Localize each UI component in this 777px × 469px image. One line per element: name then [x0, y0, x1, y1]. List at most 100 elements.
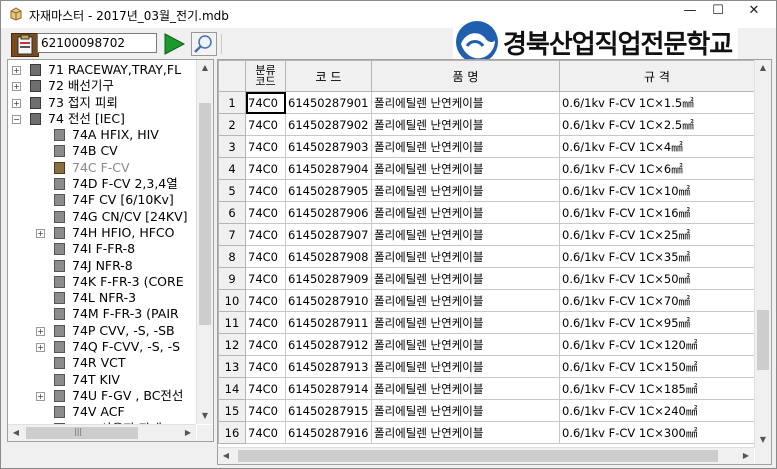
name-cell[interactable]: 폴리에틸렌 난연케이블: [371, 179, 560, 202]
category-tree[interactable]: +71 RACEWAY,TRAY,FL +72 배선기구 +73 접지 피뢰 −74 …: [7, 59, 214, 442]
materials-grid[interactable]: 분류 코드 코 드 품 명 규 격 1 74C0 61450287901 폴리에틸렌 …: [217, 59, 772, 465]
tree-item[interactable]: +74Q F-CVV, -S, -S: [8, 339, 196, 355]
table-row[interactable]: 3 74C0 61450287903 폴리에틸렌 난연케이블 0.6/1kv F-CV …: [218, 135, 755, 158]
spec-cell[interactable]: 0.6/1kv F-CV 1C×150㎟: [559, 355, 755, 378]
name-cell[interactable]: 폴리에틸렌 난연케이블: [371, 267, 560, 290]
spec-cell[interactable]: 0.6/1kv F-CV 1C×95㎟: [559, 311, 755, 334]
grid-scroll-right-arrow[interactable]: ▶: [738, 448, 754, 464]
table-row[interactable]: 13 74C0 61450287913 폴리에틸렌 난연케이블 0.6/1kv F-CV…: [218, 355, 755, 378]
table-row[interactable]: 12 74C0 61450287912 폴리에틸렌 난연케이블 0.6/1kv F-CV…: [218, 333, 755, 356]
tree-item[interactable]: +74H HFIO, HFCO: [8, 225, 196, 241]
table-row[interactable]: 6 74C0 61450287906 폴리에틸렌 난연케이블 0.6/1kv F-CV …: [218, 201, 755, 224]
expand-icon[interactable]: +: [12, 66, 21, 75]
spec-cell[interactable]: 0.6/1kv F-CV 1C×10㎟: [559, 179, 755, 202]
category-code-cell[interactable]: 74C0: [245, 245, 286, 268]
name-cell[interactable]: 폴리에틸렌 난연케이블: [371, 201, 560, 224]
table-row[interactable]: 1 74C0 61450287901 폴리에틸렌 난연케이블 0.6/1kv F-CV …: [218, 91, 755, 114]
category-code-cell[interactable]: 74C0: [245, 157, 286, 180]
tree-scroll-down-arrow[interactable]: ▼: [197, 408, 213, 424]
spec-cell[interactable]: 0.6/1kv F-CV 1C×240㎟: [559, 399, 755, 422]
grid-scroll-left-arrow[interactable]: ◀: [218, 448, 234, 464]
category-code-cell[interactable]: 74C0: [245, 355, 286, 378]
name-cell[interactable]: 폴리에틸렌 난연케이블: [371, 157, 560, 180]
code-cell[interactable]: 61450287905: [285, 179, 372, 202]
category-code-cell[interactable]: 74C0: [245, 223, 286, 246]
tree-scroll-right-arrow[interactable]: ▶: [180, 425, 196, 441]
category-code-cell[interactable]: 74C0: [245, 399, 286, 422]
category-code-cell[interactable]: 74C0: [245, 91, 286, 114]
go-play-icon[interactable]: [161, 32, 187, 56]
tree-item[interactable]: +74U F-GV , BC전선: [8, 388, 196, 404]
table-row[interactable]: 16 74C0 61450287916 폴리에틸렌 난연케이블 0.6/1kv F-CV…: [218, 421, 755, 444]
tree-vertical-scrollbar[interactable]: ▲ ▼: [196, 60, 213, 424]
tree-item[interactable]: +73 접지 피뢰: [8, 95, 196, 111]
code-cell[interactable]: 61450287916: [285, 421, 372, 444]
tree-item[interactable]: 74T KIV: [8, 372, 196, 388]
category-code-cell[interactable]: 74C0: [245, 289, 286, 312]
tree-scroll-left-arrow[interactable]: ◀: [8, 425, 24, 441]
spec-cell[interactable]: 0.6/1kv F-CV 1C×2.5㎟: [559, 113, 755, 136]
expand-icon[interactable]: +: [36, 228, 45, 238]
spec-cell[interactable]: 0.6/1kv F-CV 1C×70㎟: [559, 289, 755, 312]
table-row[interactable]: 2 74C0 61450287902 폴리에틸렌 난연케이블 0.6/1kv F-CV …: [218, 113, 755, 136]
spec-cell[interactable]: 0.6/1kv F-CV 1C×6㎟: [559, 157, 755, 180]
grid-vertical-scrollbar[interactable]: ▲ ▼: [754, 60, 771, 448]
code-cell[interactable]: 61450287908: [285, 245, 372, 268]
column-header-spec[interactable]: 규 격: [559, 60, 755, 92]
table-row[interactable]: 4 74C0 61450287904 폴리에틸렌 난연케이블 0.6/1kv F-CV …: [218, 157, 755, 180]
tree-item[interactable]: 74K F-FR-3 (CORE: [8, 274, 196, 290]
tree-item[interactable]: 74A HFIX, HIV: [8, 127, 196, 143]
code-cell[interactable]: 61450287914: [285, 377, 372, 400]
code-cell[interactable]: 61450287907: [285, 223, 372, 246]
tree-item[interactable]: +72 배선기구: [8, 78, 196, 94]
table-row[interactable]: 8 74C0 61450287908 폴리에틸렌 난연케이블 0.6/1kv F-CV …: [218, 245, 755, 268]
spec-cell[interactable]: 0.6/1kv F-CV 1C×35㎟: [559, 245, 755, 268]
grid-horizontal-scrollbar[interactable]: ◀ ▶: [218, 447, 754, 464]
category-code-cell[interactable]: 74C0: [245, 179, 286, 202]
expand-icon[interactable]: +: [36, 391, 45, 401]
spec-cell[interactable]: 0.6/1kv F-CV 1C×120㎟: [559, 333, 755, 356]
name-cell[interactable]: 폴리에틸렌 난연케이블: [371, 399, 560, 422]
name-cell[interactable]: 폴리에틸렌 난연케이블: [371, 135, 560, 158]
table-row[interactable]: 9 74C0 61450287909 폴리에틸렌 난연케이블 0.6/1kv F-CV …: [218, 267, 755, 290]
spec-cell[interactable]: 0.6/1kv F-CV 1C×16㎟: [559, 201, 755, 224]
tree-item[interactable]: +74P CVV, -S, -SB: [8, 323, 196, 339]
spec-cell[interactable]: 0.6/1kv F-CV 1C×185㎟: [559, 377, 755, 400]
tree-item[interactable]: 74L NFR-3: [8, 290, 196, 306]
code-cell[interactable]: 61450287904: [285, 157, 372, 180]
category-code-cell[interactable]: 74C0: [245, 377, 286, 400]
table-row[interactable]: 14 74C0 61450287914 폴리에틸렌 난연케이블 0.6/1kv F-CV…: [218, 377, 755, 400]
tree-item[interactable]: 74I F-FR-8: [8, 241, 196, 257]
close-button[interactable]: ✕: [732, 1, 776, 23]
name-cell[interactable]: 폴리에틸렌 난연케이블: [371, 289, 560, 312]
name-cell[interactable]: 폴리에틸렌 난연케이블: [371, 311, 560, 334]
tree-item[interactable]: 74G CN/CV [24KV]: [8, 209, 196, 225]
code-cell[interactable]: 61450287903: [285, 135, 372, 158]
tree-horizontal-scrollbar[interactable]: ◀ ||| ▶: [8, 424, 196, 441]
code-cell[interactable]: 61450287911: [285, 311, 372, 334]
tree-item[interactable]: 74M F-FR-3 (PAIR: [8, 306, 196, 322]
name-cell[interactable]: 폴리에틸렌 난연케이블: [371, 113, 560, 136]
code-cell[interactable]: 61450287906: [285, 201, 372, 224]
code-cell[interactable]: 61450287901: [285, 91, 372, 114]
expand-icon[interactable]: +: [36, 326, 45, 336]
table-row[interactable]: 5 74C0 61450287905 폴리에틸렌 난연케이블 0.6/1kv F-CV …: [218, 179, 755, 202]
spec-cell[interactable]: 0.6/1kv F-CV 1C×50㎟: [559, 267, 755, 290]
category-code-cell[interactable]: 74C0: [245, 267, 286, 290]
code-cell[interactable]: 61450287913: [285, 355, 372, 378]
code-cell[interactable]: 61450287912: [285, 333, 372, 356]
name-cell[interactable]: 폴리에틸렌 난연케이블: [371, 355, 560, 378]
name-cell[interactable]: 폴리에틸렌 난연케이블: [371, 333, 560, 356]
expand-icon[interactable]: +: [12, 440, 21, 441]
tree-item[interactable]: +71 RACEWAY,TRAY,FL: [8, 62, 196, 78]
category-code-cell[interactable]: 74C0: [245, 135, 286, 158]
code-cell[interactable]: 61450287902: [285, 113, 372, 136]
tree-item[interactable]: 74J NFR-8: [8, 258, 196, 274]
tree-item[interactable]: 74V ACF: [8, 404, 196, 420]
name-cell[interactable]: 폴리에틸렌 난연케이블: [371, 91, 560, 114]
expand-icon[interactable]: +: [12, 82, 21, 92]
tree-item[interactable]: − 74 전선 [IEC]: [8, 111, 196, 127]
spec-cell[interactable]: 0.6/1kv F-CV 1C×25㎟: [559, 223, 755, 246]
spec-cell[interactable]: 0.6/1kv F-CV 1C×1.5㎟: [559, 91, 755, 114]
collapse-icon[interactable]: −: [12, 114, 21, 124]
